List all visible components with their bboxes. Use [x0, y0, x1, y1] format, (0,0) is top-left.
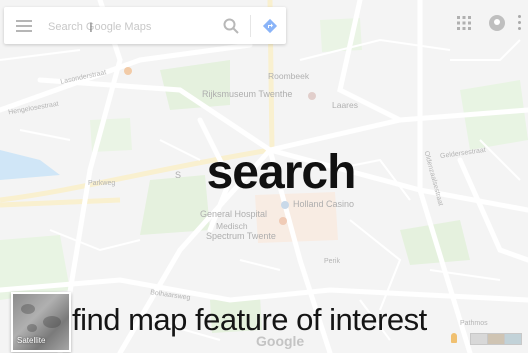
overlay-headline: search [206, 146, 357, 199]
search-box: I [4, 7, 286, 44]
search-divider [250, 15, 251, 37]
more-options-icon[interactable] [514, 15, 524, 33]
map-label-pathmos[interactable]: Pathmos [460, 320, 488, 327]
map-label-laares[interactable]: Laares [332, 100, 358, 110]
map-label-rijksmuseum[interactable]: Rijksmuseum Twenthe [202, 89, 292, 99]
poi-marker[interactable] [124, 67, 132, 75]
search-input[interactable] [46, 16, 220, 38]
map-label-spectrum[interactable]: Spectrum Twente [206, 231, 276, 241]
overlay-caption: find map feature of interest [72, 302, 427, 337]
search-icon[interactable] [222, 17, 240, 35]
map-label-perik[interactable]: Perik [324, 258, 340, 265]
map-label-s-partial[interactable]: S [175, 170, 181, 180]
pegman-icon[interactable] [451, 333, 457, 343]
map-label-general-hospital[interactable]: General Hospital [200, 209, 267, 219]
map-label-parkweg[interactable]: Parkweg [88, 180, 115, 187]
directions-icon[interactable] [262, 18, 278, 34]
imagery-thumbnail[interactable] [504, 333, 522, 345]
google-logo: Google [256, 333, 305, 349]
hamburger-menu-icon[interactable] [16, 20, 32, 32]
map-label-medisch[interactable]: Medisch [216, 221, 248, 231]
apps-grid-icon[interactable] [457, 16, 471, 30]
text-cursor-icon: I [89, 19, 93, 35]
satellite-layer-toggle[interactable]: Satellite [11, 292, 71, 352]
account-avatar[interactable] [489, 15, 505, 31]
imagery-thumbnail[interactable] [487, 333, 505, 345]
museum-poi-icon[interactable] [308, 92, 316, 100]
imagery-thumbnail[interactable] [470, 333, 488, 345]
satellite-label: Satellite [17, 336, 46, 345]
map-label-roombeek[interactable]: Roombeek [268, 71, 309, 81]
hospital-poi-icon[interactable] [279, 217, 287, 225]
